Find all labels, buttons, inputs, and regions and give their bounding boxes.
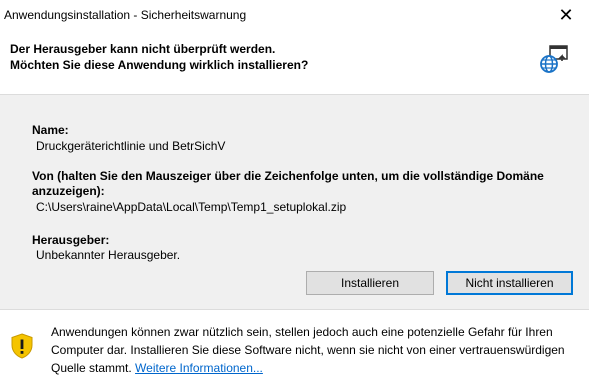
more-info-link[interactable]: Weitere Informationen... — [135, 361, 263, 375]
window-title: Anwendungsinstallation - Sicherheitswarn… — [4, 8, 247, 22]
name-value: Druckgeräterichtlinie und BetrSichV — [36, 139, 226, 153]
install-button[interactable]: Installieren — [306, 271, 434, 295]
from-value[interactable]: C:\Users\raine\AppData\Local\Temp\Temp1_… — [36, 200, 346, 214]
header-warning-line2: Möchten Sie diese Anwendung wirklich ins… — [10, 58, 309, 72]
from-label-line1: Von (halten Sie den Mauszeiger über die … — [32, 169, 544, 183]
close-button[interactable]: ✕ — [543, 0, 589, 30]
install-button-label: Installieren — [340, 276, 400, 290]
footer-warning-text: Anwendungen können zwar nützlich sein, s… — [51, 323, 571, 377]
header-warning-line1: Der Herausgeber kann nicht überprüft wer… — [10, 42, 276, 56]
close-icon: ✕ — [558, 4, 574, 25]
from-label-line2: anzuzeigen): — [32, 184, 105, 198]
dont-install-button[interactable]: Nicht installieren — [446, 271, 573, 295]
application-install-globe-icon — [540, 45, 568, 73]
title-bar: Anwendungsinstallation - Sicherheitswarn… — [0, 0, 589, 30]
publisher-value: Unbekannter Herausgeber. — [36, 248, 181, 262]
header-panel: Der Herausgeber kann nicht überprüft wer… — [0, 30, 589, 95]
name-label: Name: — [32, 123, 69, 137]
footer-panel: Anwendungen können zwar nützlich sein, s… — [0, 309, 589, 386]
shield-warning-icon — [11, 333, 33, 359]
footer-warning-message: Anwendungen können zwar nützlich sein, s… — [51, 325, 565, 375]
publisher-label: Herausgeber: — [32, 233, 110, 247]
dont-install-button-label: Nicht installieren — [465, 276, 554, 290]
